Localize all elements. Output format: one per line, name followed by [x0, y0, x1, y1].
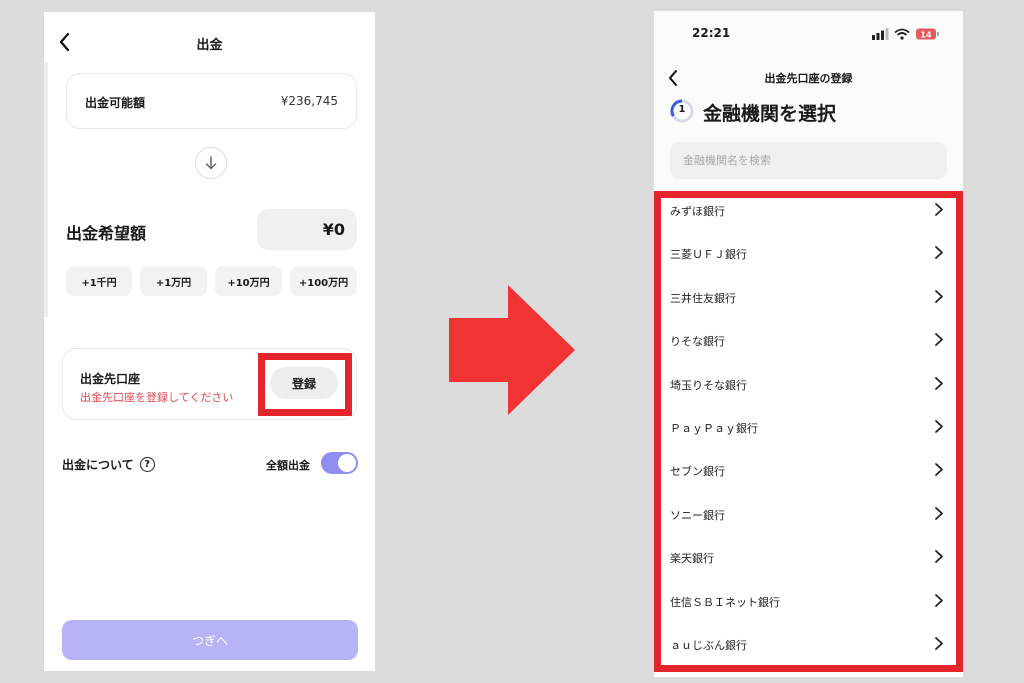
full-amount-toggle[interactable] — [321, 452, 358, 474]
bank-name: 三菱ＵＦＪ銀行 — [670, 248, 747, 262]
bank-list-item[interactable]: みずほ銀行 — [654, 188, 963, 231]
available-amount-label: 出金可能額 — [85, 96, 146, 110]
chevron-right-icon — [935, 203, 943, 216]
chevron-right-icon — [935, 289, 943, 303]
bank-name: セブン銀行 — [670, 465, 725, 479]
bank-list-item[interactable]: 楽天銀行 — [654, 535, 963, 578]
chevron-right-icon — [935, 593, 943, 607]
destination-account-title: 出金先口座 — [80, 372, 141, 386]
step-number: 1 — [678, 104, 686, 115]
bank-list-item[interactable]: 住信ＳＢＩネット銀行 — [654, 579, 963, 622]
bank-list-item[interactable]: セブン銀行 — [654, 448, 963, 491]
add-100k-button[interactable]: +10万円 — [215, 266, 282, 296]
status-icons: 14 — [872, 28, 939, 40]
bank-list-item[interactable]: ソニー銀行 — [654, 492, 963, 535]
page-title: 出金先口座の登録 — [764, 72, 853, 85]
arrow-right-icon — [449, 285, 575, 415]
bank-name: 三井住友銀行 — [670, 291, 736, 305]
full-amount-label: 全額出金 — [266, 459, 310, 472]
chevron-right-icon — [935, 463, 943, 477]
divider — [44, 62, 48, 317]
bank-name: ソニー銀行 — [670, 508, 725, 522]
add-1k-button[interactable]: +1千円 — [66, 266, 132, 296]
about-withdrawal[interactable]: 出金について ? — [62, 456, 155, 473]
desired-amount-value: ¥0 — [322, 220, 345, 239]
desired-amount-label: 出金希望額 — [66, 224, 147, 243]
withdraw-screen: 出金 出金可能額 ¥236,745 出金希望額 ¥0 +1千円 +1万円 +10… — [44, 12, 375, 671]
bank-list-item[interactable]: 三井住友銀行 — [654, 275, 963, 318]
bank-select-screen: 22:21 14 出金先口座の登録 1 金融機関を選択 みずほ銀行 三菱ＵＦＪ銀… — [654, 11, 963, 677]
highlight-box — [258, 353, 352, 416]
chevron-right-icon — [935, 420, 943, 433]
chevron-right-icon — [935, 506, 943, 520]
bank-name: 埼玉りそな銀行 — [670, 378, 747, 392]
help-icon[interactable]: ? — [139, 457, 155, 472]
bank-name: ａｕじぶん銀行 — [670, 638, 747, 652]
next-button[interactable]: つぎへ — [62, 620, 358, 660]
add-10k-button[interactable]: +1万円 — [140, 266, 207, 296]
about-withdrawal-label: 出金について — [62, 458, 134, 472]
chevron-right-icon — [935, 376, 943, 390]
battery-level: 14 — [920, 31, 932, 40]
available-amount-value: ¥236,745 — [280, 94, 338, 108]
chevron-right-icon — [935, 550, 943, 564]
chevron-right-icon — [935, 333, 943, 347]
page-title: 出金 — [196, 38, 223, 53]
bank-list-item[interactable]: 埼玉りそな銀行 — [654, 362, 963, 405]
bank-list: みずほ銀行 三菱ＵＦＪ銀行 三井住友銀行 りそな銀行 埼玉りそな銀行 ＰａｙＰａ… — [654, 188, 963, 665]
section-heading: 金融機関を選択 — [703, 103, 837, 125]
bank-name: 住信ＳＢＩネット銀行 — [670, 595, 780, 609]
bank-name: ＰａｙＰａｙ銀行 — [670, 421, 758, 435]
chevron-right-icon — [935, 637, 943, 650]
chevron-right-icon — [935, 246, 943, 260]
bank-list-item[interactable]: りそな銀行 — [654, 318, 963, 361]
bank-list-item[interactable]: 三菱ＵＦＪ銀行 — [654, 231, 963, 274]
available-amount-card: 出金可能額 ¥236,745 — [66, 73, 357, 129]
bank-search-input[interactable] — [670, 142, 947, 179]
status-time: 22:21 — [692, 26, 731, 40]
toggle-knob — [338, 454, 356, 472]
arrow-down-icon — [195, 147, 227, 179]
add-1m-button[interactable]: +100万円 — [290, 266, 357, 296]
bank-list-item[interactable]: ａｕじぶん銀行 — [654, 622, 963, 665]
destination-account-error: 出金先口座を登録してください — [80, 391, 234, 404]
bank-list-item[interactable]: ＰａｙＰａｙ銀行 — [654, 405, 963, 448]
bank-name: 楽天銀行 — [670, 552, 714, 566]
bank-name: りそな銀行 — [670, 335, 725, 349]
desired-amount-input[interactable]: ¥0 — [257, 209, 357, 250]
bank-name: みずほ銀行 — [670, 205, 725, 218]
